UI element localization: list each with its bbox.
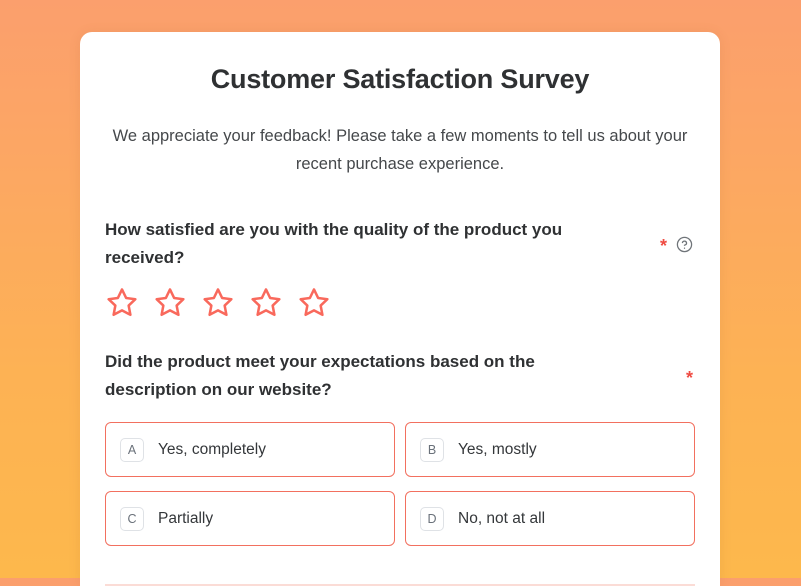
option-label-d: No, not at all [458, 509, 546, 527]
page-title: Customer Satisfaction Survey [210, 64, 590, 94]
question-header: How satisfied are you with the quality o… [105, 216, 695, 272]
required-asterisk: * [685, 368, 693, 388]
survey-description: We appreciate your feedback! Please take… [112, 127, 688, 173]
question-text-product-quality: How satisfied are you with the quality o… [105, 220, 563, 267]
star-icon-3[interactable] [202, 286, 234, 318]
question-block-met-expectations: Did the product meet your expectations b… [105, 348, 695, 546]
option-card-c[interactable]: C Partially [105, 491, 395, 546]
option-key-badge-b: B [420, 437, 444, 462]
required-asterisk: * [659, 236, 667, 256]
star-icon-4[interactable] [250, 286, 282, 318]
question-meta-icons: * [659, 235, 695, 256]
star-rating-group[interactable] [105, 286, 695, 318]
question-header: Did the product meet your expectations b… [105, 348, 695, 404]
star-icon-5[interactable] [298, 286, 330, 318]
option-label-b: Yes, mostly [458, 440, 537, 458]
option-card-b[interactable]: B Yes, mostly [405, 422, 695, 477]
question-meta-icons: * [685, 367, 695, 388]
survey-page-background: Customer Satisfaction Survey We apprecia… [0, 0, 801, 586]
option-key-badge-d: D [420, 506, 444, 531]
survey-card: Customer Satisfaction Survey We apprecia… [80, 32, 720, 586]
question-block-product-quality: How satisfied are you with the quality o… [105, 216, 695, 318]
option-label-c: Partially [158, 509, 214, 527]
star-icon-1[interactable] [106, 286, 138, 318]
circle-question-icon[interactable] [676, 236, 693, 253]
option-card-d[interactable]: D No, not at all [405, 491, 695, 546]
answer-options-group: A Yes, completely B Yes, mostly C Partia… [105, 422, 695, 546]
star-icon-2[interactable] [154, 286, 186, 318]
option-key-badge-a: A [120, 437, 144, 462]
option-label-a: Yes, completely [158, 440, 266, 458]
option-key-badge-c: C [120, 506, 144, 531]
option-card-a[interactable]: A Yes, completely [105, 422, 395, 477]
question-text-met-expectations: Did the product meet your expectations b… [105, 352, 535, 399]
